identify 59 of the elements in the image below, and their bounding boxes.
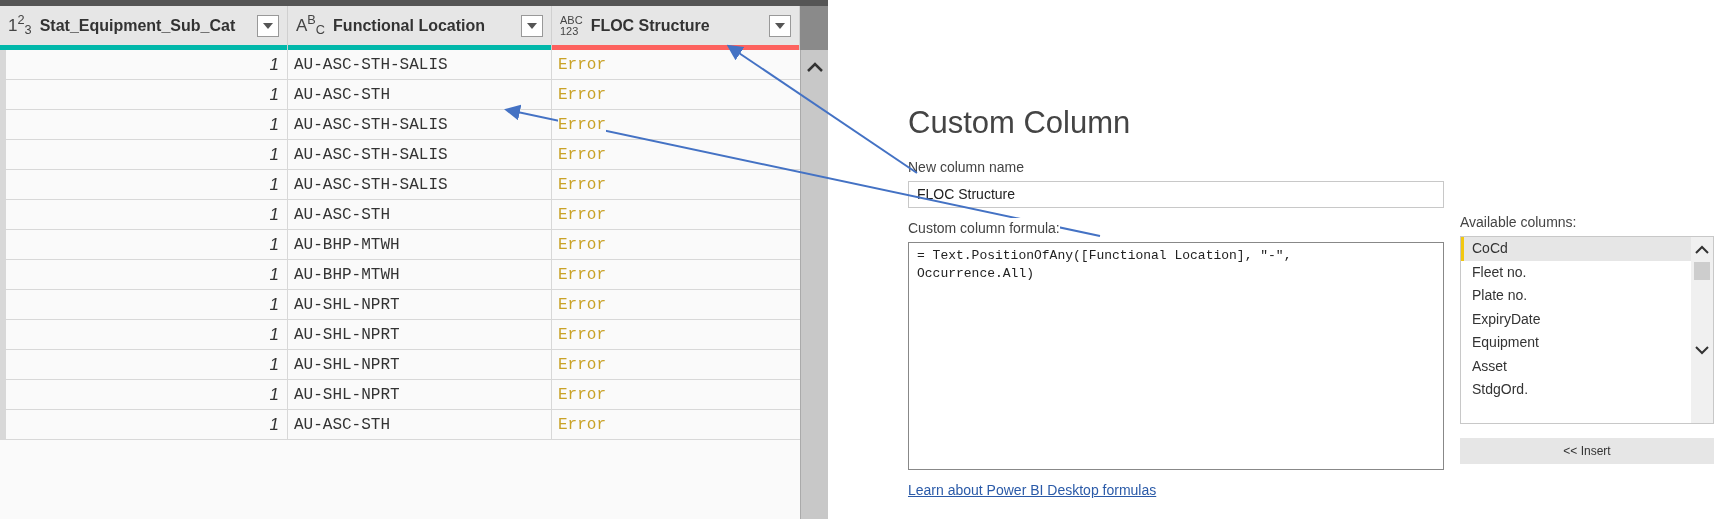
formula-field[interactable]: = Text.PositionOfAny([Functional Location], "-", Occurrence.All) [908,241,1444,470]
table-cell: AU-ASC-STH-SALIS [288,50,552,79]
help-link[interactable]: Learn about Power BI Desktop formulas [908,479,1444,501]
filter-dropdown[interactable] [257,14,279,37]
table-cell: AU-ASC-STH [288,200,552,229]
table-cell: 1 [0,410,288,439]
filter-dropdown[interactable] [521,14,543,37]
header-corner [800,6,828,50]
column-list-item[interactable]: StdgOrd. [1461,378,1691,402]
scroll-thumb[interactable] [1694,262,1710,280]
chevron-up-icon [806,62,823,72]
formula-line: = Text.PositionOfAny([Functional Location], "-", [917,246,1293,265]
table-cell: 1 [0,320,288,349]
column-list-item[interactable]: CoCd [1461,237,1691,261]
column-header: Functional Location [333,15,487,36]
chevron-down-icon [1695,346,1709,355]
field-label: Available columns: [1460,213,1578,232]
table-cell: 1 [0,260,288,289]
insert-button[interactable]: << Insert [1460,438,1714,464]
caret-icon [775,22,785,29]
dialog-title: Custom Column [908,104,1132,142]
table-cell: AU-ASC-STH [288,410,552,439]
table-cell: AU-ASC-STH [288,80,552,109]
column-list-item[interactable]: Fleet no. [1461,260,1691,284]
table-cell: AU-BHP-MTWH [288,260,552,289]
field-label: New column name [908,157,1025,177]
type-icon: ABC 123 [560,14,583,37]
table-cell: 1 [0,200,288,229]
table-cell: 1 [0,290,288,319]
caret-icon [527,22,537,29]
scrollbar[interactable] [800,50,828,519]
table-cell: AU-SHL-NPRT [288,290,552,319]
table-cell: 1 [0,140,288,169]
table-cell: 1 [0,170,288,199]
table-cell: 1 [0,50,288,79]
table-cell: AU-ASC-STH-SALIS [288,110,552,139]
column-header: FLOC Structure [590,15,711,36]
column-list-item[interactable]: ExpiryDate [1461,307,1691,331]
table-cell: 1 [0,350,288,379]
table-cell: 1 [0,80,288,109]
column-name-field[interactable]: FLOC Structure [908,180,1444,208]
column-list-item[interactable]: Plate no. [1461,284,1691,308]
scrollbar[interactable] [1691,237,1713,423]
table-cell: 1 [0,110,288,139]
table-cell: AU-BHP-MTWH [288,230,552,259]
table-cell: AU-ASC-STH-SALIS [288,140,552,169]
caret-icon [263,22,273,29]
table-cell: AU-SHL-NPRT [288,350,552,379]
column-list-item[interactable]: Equipment [1461,331,1691,355]
table-cell: 1 [0,230,288,259]
column-header: Stat_Equipment_Sub_Cat [39,15,237,36]
filter-dropdown[interactable] [769,14,791,37]
table-cell: AU-ASC-STH-SALIS [288,170,552,199]
table-cell: 1 [0,380,288,409]
chevron-up-icon [1695,245,1709,254]
table-cell: AU-SHL-NPRT [288,320,552,349]
formula-line: Occurrence.All) [917,264,1036,283]
table-cell: AU-SHL-NPRT [288,380,552,409]
column-list-item[interactable]: Asset [1461,354,1691,378]
